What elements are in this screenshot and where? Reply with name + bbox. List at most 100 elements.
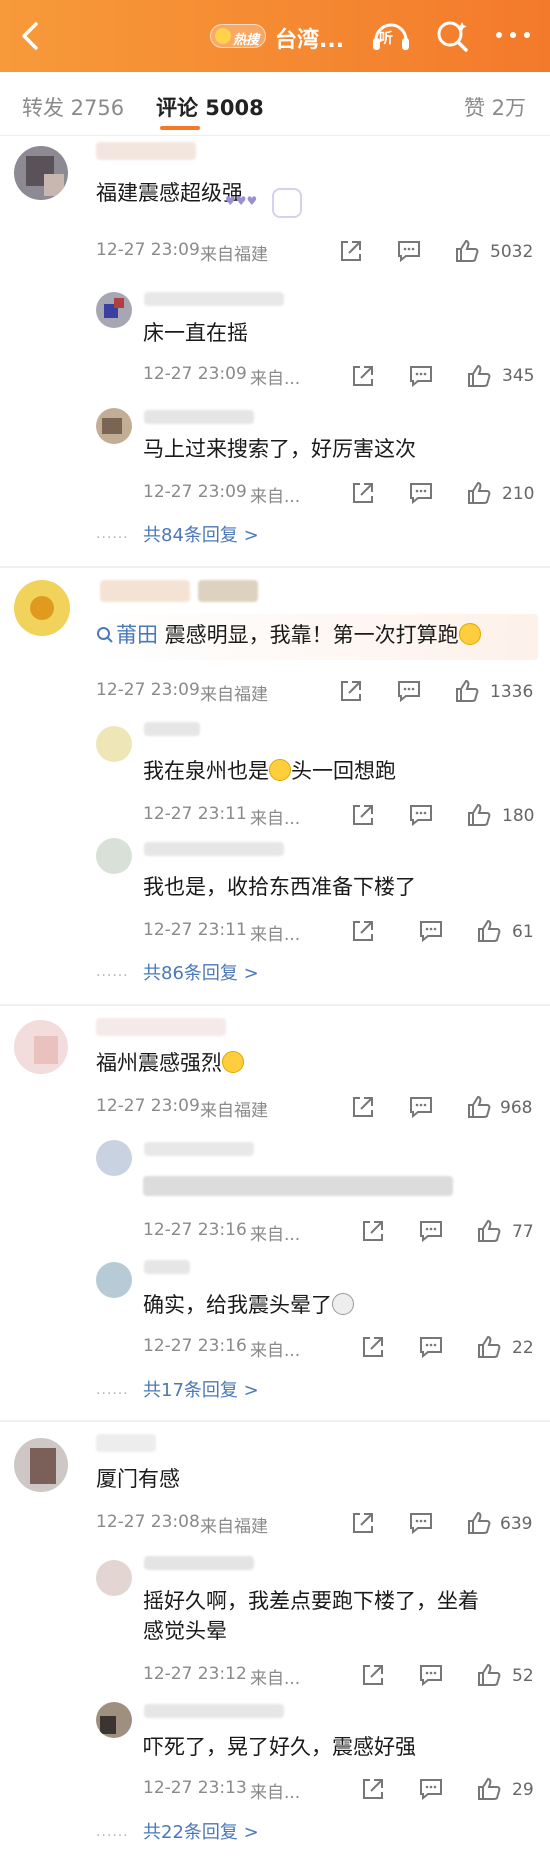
avatar[interactable] [96,838,132,874]
username-blurred[interactable] [144,1260,190,1274]
reply-icon[interactable] [408,1094,434,1120]
username-blurred[interactable] [144,1556,254,1570]
like-icon[interactable] [476,1334,502,1360]
avatar[interactable] [14,1020,68,1074]
like-count: 22 [512,1338,534,1358]
search-icon[interactable] [434,18,470,54]
reply-icon[interactable] [396,238,422,264]
like-icon[interactable] [476,1776,502,1802]
chevron-left-icon[interactable] [14,18,50,54]
comment-text: 莆田 震感明显，我靠！第一次打算跑 [116,620,481,650]
share-icon[interactable] [350,918,376,944]
topic-link[interactable]: 莆田 [116,623,158,647]
share-icon[interactable] [350,480,376,506]
like-icon[interactable] [466,363,492,389]
listen-label: 听 [379,31,393,47]
reply-time: 12-27 23:12 [143,1664,247,1684]
like-icon[interactable] [476,918,502,944]
comment-time: 12-27 23:09 [96,1096,200,1116]
reply-icon[interactable] [418,1662,444,1688]
username-blurred[interactable] [144,1704,284,1718]
reply-location: 来自... [250,809,301,829]
share-icon[interactable] [360,1776,386,1802]
like-icon[interactable] [466,480,492,506]
laughing-emoji-icon [458,623,481,645]
like-count: 29 [512,1780,534,1800]
share-icon[interactable] [338,678,364,704]
reply-icon[interactable] [418,918,444,944]
username-blurred[interactable] [144,842,284,856]
like-icon[interactable] [466,802,492,828]
share-icon[interactable] [350,1094,376,1120]
username-blurred[interactable] [144,722,200,736]
like-icon[interactable] [476,1218,502,1244]
tab-likes[interactable]: 赞 2万 [464,92,526,122]
username-blurred[interactable] [96,1018,226,1036]
share-icon[interactable] [360,1334,386,1360]
like-icon[interactable] [466,1510,492,1536]
reply-text-b: 头一回想跑 [291,759,396,783]
like-count: 180 [502,806,535,826]
badge-hearts: ♥♥♥ [225,194,258,208]
more-replies-link[interactable]: 共22条回复 > [143,1818,259,1844]
like-count: 1336 [490,682,534,702]
reply-icon[interactable] [408,802,434,828]
share-icon[interactable] [350,363,376,389]
username-blurred[interactable] [96,1434,156,1452]
avatar[interactable] [96,292,132,328]
like-count: 345 [502,366,535,386]
share-icon[interactable] [350,1510,376,1536]
divider [0,1004,550,1006]
avatar[interactable] [14,146,68,200]
like-count: 210 [502,484,535,504]
comment-location: 来自福建 [200,685,268,705]
username-blurred[interactable] [100,580,190,602]
avatar[interactable] [96,1560,132,1596]
reply-icon[interactable] [418,1776,444,1802]
tab-repost[interactable]: 转发 2756 [22,92,124,122]
reply-text-line1: 摇好久啊，我差点要跑下楼了，坐着 [143,1589,479,1613]
reply-text: 马上过来搜索了，好厉害这次 [143,437,416,461]
avatar[interactable] [96,1140,132,1176]
dots: ...... [96,1824,129,1840]
avatar[interactable] [96,726,132,762]
like-icon[interactable] [476,1662,502,1688]
share-icon[interactable] [338,238,364,264]
reply-text-line2: 感觉头晕 [143,1619,227,1643]
hot-label: 热搜 [233,33,260,48]
avatar[interactable] [14,580,70,636]
divider [0,566,550,568]
reply-icon[interactable] [418,1218,444,1244]
share-icon[interactable] [350,802,376,828]
username-blurred[interactable] [144,292,284,306]
more-replies-link[interactable]: 共84条回复 > [143,521,259,547]
avatar[interactable] [96,408,132,444]
listen-button[interactable]: 听 [370,16,412,56]
hot-search-badge[interactable]: 热搜 [210,24,266,48]
tab-comments[interactable]: 评论 5008 [156,92,264,122]
like-count: 968 [500,1098,533,1118]
like-icon[interactable] [454,238,480,264]
username-blurred[interactable] [144,1142,254,1156]
avatar[interactable] [96,1702,132,1738]
share-icon[interactable] [360,1218,386,1244]
like-icon[interactable] [466,1094,492,1120]
username-blurred[interactable] [96,142,196,160]
page-title[interactable]: 台湾... [275,22,344,54]
avatar[interactable] [14,1438,68,1492]
avatar[interactable] [96,1262,132,1298]
reply-time: 12-27 23:16 [143,1220,247,1240]
like-icon[interactable] [454,678,480,704]
reply-icon[interactable] [408,1510,434,1536]
reply-icon[interactable] [396,678,422,704]
reply-icon[interactable] [408,363,434,389]
more-icon[interactable] [494,30,534,42]
more-replies-link[interactable]: 共86条回复 > [143,959,259,985]
share-icon[interactable] [360,1662,386,1688]
username-blurred[interactable] [144,410,254,424]
reply-icon[interactable] [418,1334,444,1360]
reply-icon[interactable] [408,480,434,506]
reply-text: 吓死了，晃了好久，震感好强 [143,1735,416,1759]
more-replies-link[interactable]: 共17条回复 > [143,1376,259,1402]
reply-time: 12-27 23:11 [143,804,247,824]
